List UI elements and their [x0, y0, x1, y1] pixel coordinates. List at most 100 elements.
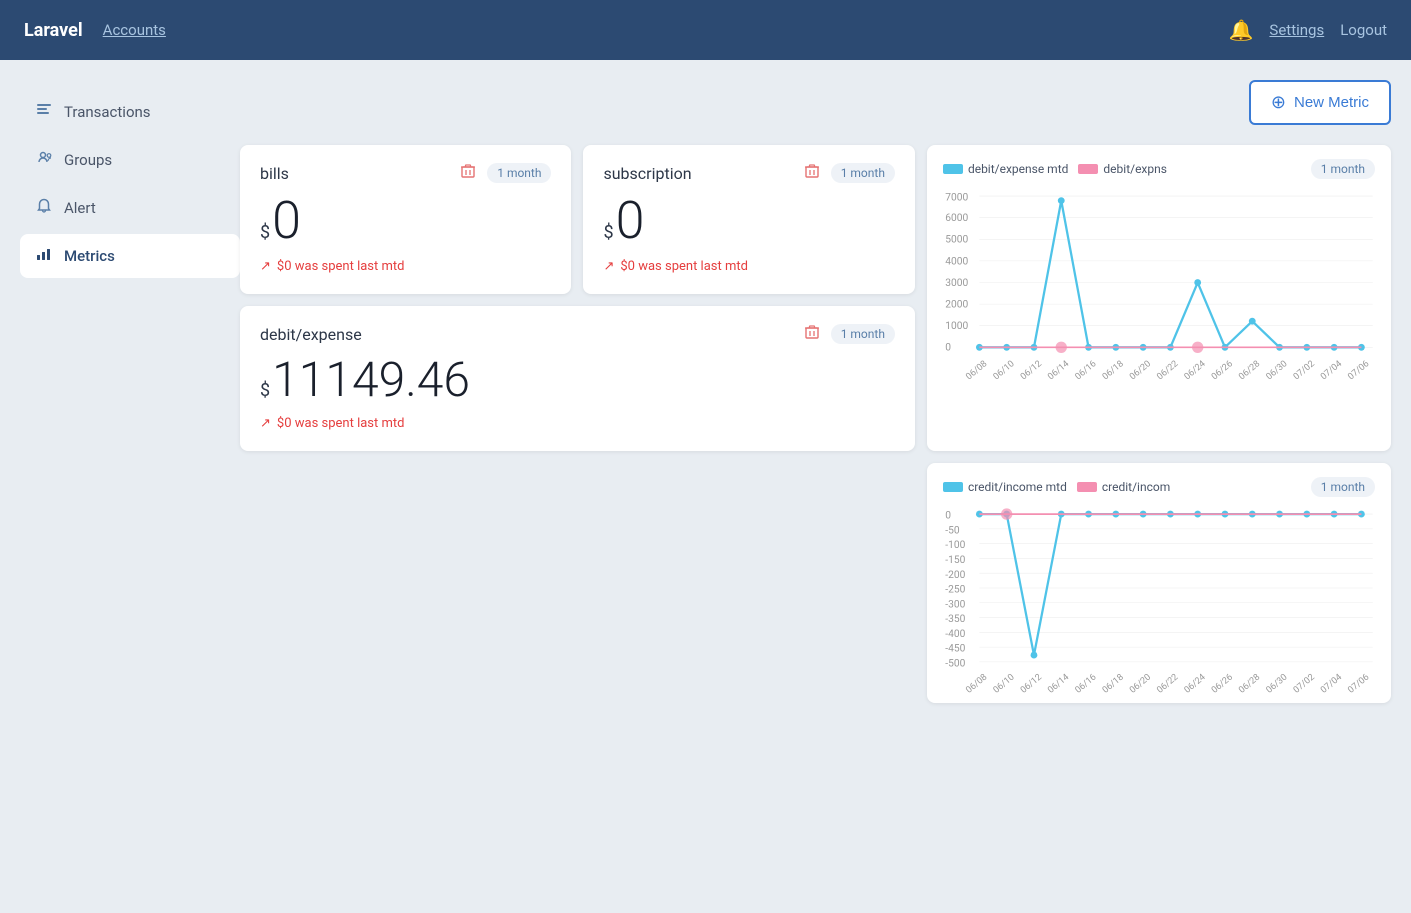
metrics-icon [36, 246, 52, 266]
bills-card: bills 1 month $ 0 ↗ $0 was spent last mt… [240, 145, 571, 294]
svg-text:-500: -500 [945, 658, 965, 669]
bills-title: bills [260, 164, 289, 183]
subscription-title: subscription [603, 164, 691, 183]
svg-text:06/14: 06/14 [1046, 673, 1071, 693]
svg-text:-50: -50 [945, 525, 960, 536]
svg-text:6000: 6000 [945, 213, 968, 224]
debit-expense-chart-card: debit/expense mtd debit/expns 1 month 70… [927, 145, 1391, 451]
settings-link[interactable]: Settings [1269, 21, 1324, 39]
svg-text:-450: -450 [945, 644, 965, 655]
svg-text:7000: 7000 [945, 193, 968, 204]
svg-text:-350: -350 [945, 614, 965, 625]
svg-text:-250: -250 [945, 585, 965, 596]
credit-chart-header: credit/income mtd credit/incom 1 month [943, 477, 1375, 497]
svg-text:3000: 3000 [945, 278, 968, 289]
debit-expense-card: debit/expense 1 month $ 11149.46 ↗ $0 wa… [240, 306, 915, 451]
svg-text:07/04: 07/04 [1319, 359, 1344, 380]
debit-legend-1: debit/expense mtd [943, 162, 1068, 176]
credit-chart-area: 0 -50 -100 -150 -200 -250 -300 -350 -400… [943, 505, 1375, 693]
transactions-icon [36, 102, 52, 122]
bills-value-row: $ 0 [260, 195, 551, 247]
subscription-card-header: subscription 1 month [603, 163, 894, 183]
sidebar-item-label: Groups [64, 151, 112, 169]
svg-text:06/22: 06/22 [1155, 673, 1180, 693]
svg-text:06/22: 06/22 [1155, 359, 1180, 380]
bills-card-header: bills 1 month [260, 163, 551, 183]
debit-expense-header-right: 1 month [805, 324, 895, 344]
debit-expense-value: 11149.46 [272, 356, 470, 404]
bills-trend-icon: ↗ [260, 259, 271, 274]
svg-text:1000: 1000 [945, 321, 968, 332]
credit-legend-2: credit/incom [1077, 480, 1170, 494]
subscription-header-right: 1 month [805, 163, 895, 183]
credit-legend-color-1 [943, 482, 963, 492]
header-right: 🔔 Settings Logout [1229, 18, 1387, 42]
svg-text:06/12: 06/12 [1019, 359, 1044, 380]
debit-expense-title: debit/expense [260, 325, 362, 344]
sidebar-item-metrics[interactable]: Metrics [20, 234, 240, 278]
new-metric-button[interactable]: ⊕ New Metric [1249, 80, 1391, 125]
accounts-link[interactable]: Accounts [103, 21, 166, 39]
debit-expense-footer-text: $0 was spent last mtd [277, 416, 405, 431]
credit-legend-label-2: credit/incom [1102, 480, 1170, 494]
sidebar-item-label: Metrics [64, 247, 115, 265]
subscription-footer: ↗ $0 was spent last mtd [603, 259, 894, 274]
subscription-currency: $ [603, 222, 613, 243]
svg-text:07/02: 07/02 [1292, 359, 1317, 380]
debit-expense-delete-icon[interactable] [805, 324, 819, 344]
new-metric-label: New Metric [1294, 94, 1369, 111]
svg-text:06/28: 06/28 [1237, 359, 1262, 380]
svg-text:06/30: 06/30 [1265, 673, 1290, 693]
bell-icon[interactable]: 🔔 [1229, 18, 1254, 42]
debit-chart-header: debit/expense mtd debit/expns 1 month [943, 159, 1375, 179]
header-left: Laravel Accounts [24, 20, 166, 41]
debit-expense-currency: $ [260, 380, 270, 401]
svg-text:07/06: 07/06 [1346, 359, 1371, 380]
debit-expense-trend-icon: ↗ [260, 416, 271, 431]
credit-legend-color-2 [1077, 482, 1097, 492]
svg-text:07/06: 07/06 [1346, 673, 1371, 693]
debit-expense-header: debit/expense 1 month [260, 324, 895, 344]
svg-text:07/02: 07/02 [1292, 673, 1317, 693]
subscription-card: subscription 1 month $ 0 ↗ $0 was spent … [583, 145, 914, 294]
bills-currency: $ [260, 222, 270, 243]
svg-text:06/20: 06/20 [1128, 359, 1153, 380]
plus-icon: ⊕ [1271, 92, 1286, 113]
debit-expense-footer: ↗ $0 was spent last mtd [260, 416, 895, 431]
svg-text:06/26: 06/26 [1210, 359, 1235, 380]
svg-text:2000: 2000 [945, 300, 968, 311]
svg-text:06/24: 06/24 [1183, 359, 1208, 380]
subscription-value: 0 [616, 195, 645, 247]
svg-text:-150: -150 [945, 555, 965, 566]
svg-text:06/18: 06/18 [1101, 673, 1126, 693]
subscription-value-row: $ 0 [603, 195, 894, 247]
svg-text:-300: -300 [945, 599, 965, 610]
bills-footer-text: $0 was spent last mtd [277, 259, 405, 274]
sidebar-item-groups[interactable]: Groups [20, 138, 240, 182]
sidebar-item-alert[interactable]: Alert [20, 186, 240, 230]
header: Laravel Accounts 🔔 Settings Logout [0, 0, 1411, 60]
svg-text:06/08: 06/08 [964, 359, 989, 380]
sidebar-item-transactions[interactable]: Transactions [20, 90, 240, 134]
debit-legend-label-1: debit/expense mtd [968, 162, 1068, 176]
subscription-delete-icon[interactable] [805, 163, 819, 183]
credit-income-chart-card: credit/income mtd credit/incom 1 month 0… [927, 463, 1391, 703]
svg-text:06/10: 06/10 [992, 673, 1017, 693]
svg-text:06/24: 06/24 [1183, 673, 1208, 693]
svg-text:06/14: 06/14 [1046, 359, 1071, 380]
brand-label: Laravel [24, 20, 83, 41]
debit-legend-label-2: debit/expns [1103, 162, 1167, 176]
logout-link[interactable]: Logout [1340, 21, 1387, 39]
svg-text:06/30: 06/30 [1265, 359, 1290, 380]
credit-income-svg: 0 -50 -100 -150 -200 -250 -300 -350 -400… [943, 505, 1375, 693]
svg-text:06/08: 06/08 [964, 673, 989, 693]
svg-text:06/26: 06/26 [1210, 673, 1235, 693]
top-bar: ⊕ New Metric [240, 80, 1391, 125]
debit-expense-svg: 7000 6000 5000 4000 3000 2000 1000 0 [943, 187, 1375, 380]
bills-delete-icon[interactable] [461, 163, 475, 183]
subscription-trend-icon: ↗ [603, 259, 614, 274]
sidebar: Transactions Groups Alert Metrics [20, 80, 240, 893]
bills-value: 0 [272, 195, 301, 247]
credit-legend-1: credit/income mtd [943, 480, 1067, 494]
debit-legend-color-2 [1078, 164, 1098, 174]
